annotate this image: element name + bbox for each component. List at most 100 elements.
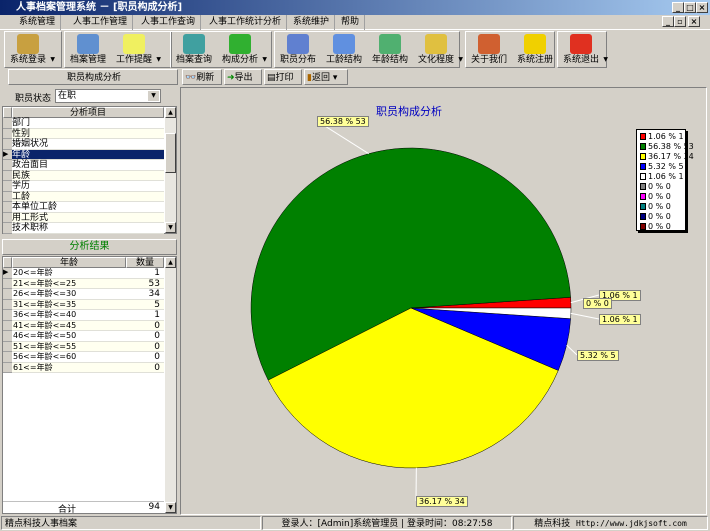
scroll-thumb[interactable]: [165, 133, 176, 173]
print-button[interactable]: ▤打印: [264, 69, 302, 85]
row-indicator: [3, 310, 12, 321]
legend-swatch: [640, 153, 646, 160]
toolbar-button[interactable]: 关于我们: [466, 33, 512, 67]
table-row[interactable]: 51<=年龄<=55 0: [12, 341, 164, 352]
list-item[interactable]: 技术职称: [12, 223, 164, 234]
chevron-down-icon[interactable]: ▼: [50, 56, 55, 63]
list-item[interactable]: 部门: [12, 118, 164, 129]
table-row[interactable]: 21<=年龄<=25 53: [12, 278, 164, 289]
menu-item[interactable]: 系统维护: [288, 15, 336, 30]
legend-label: 36.17 % 34: [648, 152, 694, 161]
column-header[interactable]: 分析项目: [12, 107, 164, 118]
toolbar-button-label: 系统退出: [562, 55, 599, 65]
table-row[interactable]: 56<=年龄<=60 0: [12, 352, 164, 363]
scroll-up-arrow[interactable]: ▲: [165, 107, 176, 118]
menu-item[interactable]: 人事工作统计分析: [204, 15, 288, 30]
refresh-button[interactable]: 👓刷新: [182, 69, 222, 85]
table-row[interactable]: 36<=年龄<=40 1: [12, 310, 164, 321]
status-separator: |: [401, 519, 405, 529]
row-indicator: [3, 299, 12, 310]
close-button[interactable]: ×: [696, 2, 708, 13]
child-restore-button[interactable]: ▫: [674, 16, 686, 27]
menu-item[interactable]: 人事工作查询: [136, 15, 202, 30]
row-indicator: [3, 212, 12, 223]
company-url[interactable]: Http://www.jdkjsoft.com: [576, 519, 687, 528]
menu-item[interactable]: 系统管理: [14, 15, 62, 30]
row-indicator: [3, 202, 12, 213]
list-item[interactable]: 政治面目: [12, 160, 164, 171]
list-item[interactable]: 工龄: [12, 191, 164, 202]
toolbar-button[interactable]: 构成分析 ▼: [217, 33, 267, 67]
minimize-button[interactable]: _: [672, 2, 684, 13]
legend-label: 0 % 0: [648, 222, 671, 231]
results-grid: 年龄 数量 ▶ 20<=年龄 1 21<=年龄<=25 53 26<=年龄<=30 34 31<=…: [2, 256, 177, 515]
maximize-button[interactable]: □: [684, 2, 696, 13]
power-icon: [570, 34, 592, 54]
legend-swatch: [640, 173, 646, 180]
toolbar-button-label: 系统登录: [9, 55, 46, 65]
legend-label: 0 % 0: [648, 182, 671, 191]
legend-item: 0 % 0: [640, 182, 671, 191]
legend-label: 56.38 % 53: [648, 142, 694, 151]
scrollbar[interactable]: ▲ ▼: [165, 107, 176, 233]
legend-item: 1.06 % 1: [640, 132, 684, 141]
list-item[interactable]: 学历: [12, 181, 164, 192]
toolbar-button-label: 档案管理: [69, 55, 106, 65]
toolbar-button[interactable]: 年龄结构: [367, 33, 413, 67]
toolbar-button[interactable]: 档案管理: [65, 33, 111, 67]
status-select[interactable]: 在职 ▼: [55, 89, 161, 103]
legend-label: 5.32 % 5: [648, 162, 684, 171]
scrollbar[interactable]: ▲ ▼: [165, 257, 176, 513]
table-row[interactable]: 41<=年龄<=45 0: [12, 320, 164, 331]
scroll-down-arrow[interactable]: ▼: [165, 502, 176, 513]
chevron-down-icon[interactable]: ▼: [156, 56, 161, 63]
chevron-down-icon[interactable]: ▼: [603, 56, 608, 63]
age-range: 26<=年龄<=30: [13, 289, 77, 298]
menu-item[interactable]: 帮助: [336, 15, 366, 30]
table-row[interactable]: 20<=年龄 1: [12, 268, 164, 279]
list-item[interactable]: 民族: [12, 170, 164, 181]
folder-icon: [77, 34, 99, 54]
results-title: 分析结果: [2, 239, 177, 255]
toolbar-button[interactable]: 工作提醒 ▼: [111, 33, 161, 67]
menu-item[interactable]: 人事工作管理: [68, 15, 134, 30]
toolbar-button[interactable]: 系统登录 ▼: [5, 33, 55, 67]
toolbar-button[interactable]: 系统注册: [512, 33, 558, 67]
row-indicator: [3, 139, 12, 150]
column-header-age[interactable]: 年龄: [12, 257, 126, 268]
child-close-button[interactable]: ×: [688, 16, 700, 27]
toolbar-button-label: 构成分析: [221, 55, 258, 65]
back-button[interactable]: ▮返回 ▾: [304, 69, 348, 85]
row-indicator: [3, 160, 12, 171]
toolbar-button[interactable]: 工龄结构: [321, 33, 367, 67]
table-row[interactable]: 31<=年龄<=35 5: [12, 299, 164, 310]
list-item[interactable]: 婚姻状况: [12, 139, 164, 150]
chevron-down-icon[interactable]: ▼: [148, 91, 159, 101]
status-app: 精点科技人事档案: [1, 516, 261, 530]
toolbar-button[interactable]: 文化程度 ▼: [413, 33, 463, 67]
list-item[interactable]: 本单位工龄: [12, 202, 164, 213]
toolbar-button[interactable]: 系统退出 ▼: [558, 33, 608, 67]
chevron-down-icon[interactable]: ▼: [262, 56, 267, 63]
toolbar-button[interactable]: 档案查询: [171, 33, 217, 67]
row-indicator: [3, 223, 12, 234]
lightbulb-icon: [123, 34, 145, 54]
toolbar-button[interactable]: 职员分布: [275, 33, 321, 67]
table-row[interactable]: 61<=年龄 0: [12, 362, 164, 373]
toolbar-group: 职员分布 工龄结构 年龄结构 文化程度 ▼: [274, 31, 463, 68]
scroll-up-arrow[interactable]: ▲: [165, 257, 176, 268]
list-item[interactable]: 用工形式: [12, 212, 164, 223]
export-button[interactable]: ➜导出: [224, 69, 262, 85]
row-indicator: [3, 128, 12, 139]
table-row[interactable]: 46<=年龄<=50 0: [12, 331, 164, 342]
table-row[interactable]: 26<=年龄<=30 34: [12, 289, 164, 300]
legend-swatch: [640, 133, 646, 140]
list-item[interactable]: 性别: [12, 128, 164, 139]
scroll-down-arrow[interactable]: ▼: [165, 222, 176, 233]
column-header-count[interactable]: 数量: [126, 257, 164, 268]
legend-label: 0 % 0: [648, 212, 671, 221]
chevron-down-icon[interactable]: ▼: [458, 56, 463, 63]
list-item[interactable]: 年龄: [12, 149, 164, 160]
bar-chart-icon: [229, 34, 251, 54]
child-minimize-button[interactable]: _: [662, 16, 674, 27]
